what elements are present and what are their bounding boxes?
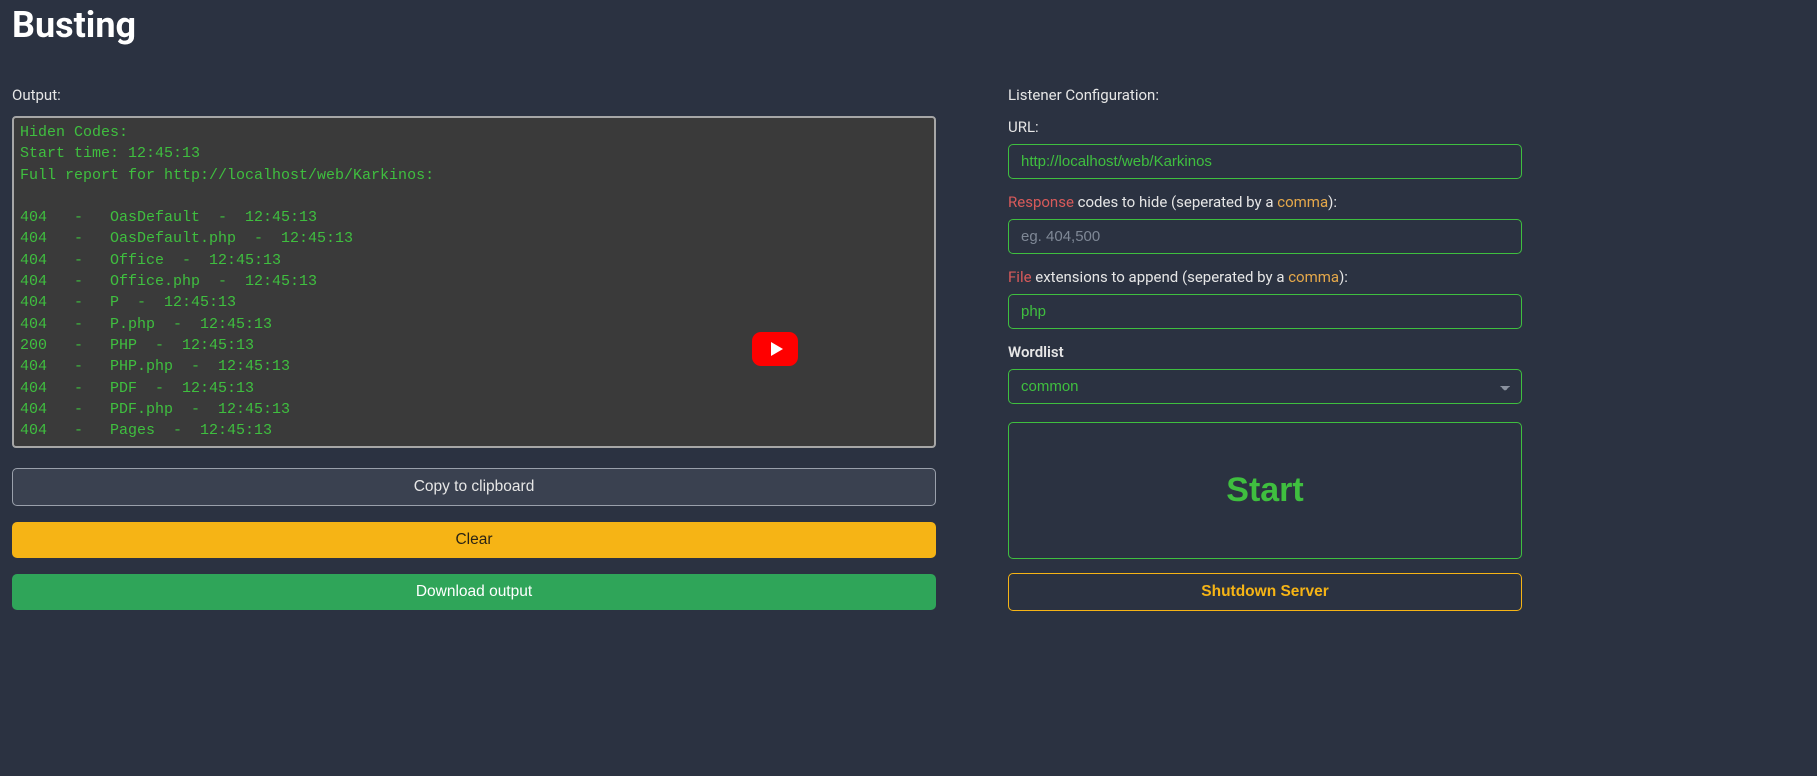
- start-button[interactable]: Start: [1008, 422, 1522, 559]
- clear-button[interactable]: Clear: [12, 522, 936, 558]
- url-label: URL:: [1008, 118, 1522, 136]
- response-codes-label: Response codes to hide (seperated by a c…: [1008, 193, 1522, 211]
- play-icon[interactable]: [752, 332, 798, 366]
- wordlist-select[interactable]: common: [1008, 369, 1522, 404]
- page-title: Busting: [0, 0, 1817, 86]
- output-textarea[interactable]: [12, 116, 936, 448]
- file-accent: File: [1008, 268, 1032, 286]
- response-accent: Response: [1008, 193, 1074, 211]
- url-input[interactable]: [1008, 144, 1522, 179]
- comma-accent: comma: [1277, 193, 1328, 211]
- wordlist-label: Wordlist: [1008, 343, 1522, 361]
- file-extensions-label: File extensions to append (seperated by …: [1008, 268, 1522, 286]
- play-triangle-icon: [771, 342, 783, 356]
- listener-config-panel: Listener Configuration: URL: Response co…: [1008, 86, 1522, 611]
- comma-accent-2: comma: [1288, 268, 1339, 286]
- file-extensions-input[interactable]: [1008, 294, 1522, 329]
- response-codes-input[interactable]: [1008, 219, 1522, 254]
- download-output-button[interactable]: Download output: [12, 574, 936, 610]
- shutdown-server-button[interactable]: Shutdown Server: [1008, 573, 1522, 611]
- output-label: Output:: [12, 86, 936, 104]
- copy-to-clipboard-button[interactable]: Copy to clipboard: [12, 468, 936, 506]
- listener-config-label: Listener Configuration:: [1008, 86, 1522, 104]
